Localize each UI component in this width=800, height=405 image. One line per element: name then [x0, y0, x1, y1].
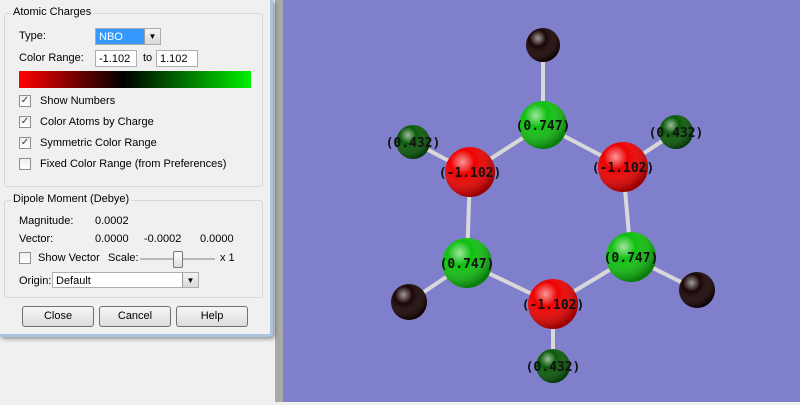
atom-shading	[526, 28, 560, 62]
scale-slider[interactable]	[140, 251, 215, 268]
checkbox[interactable]	[19, 158, 31, 170]
show-vector-label: Show Vector	[38, 252, 100, 264]
vector-z: 0.0000	[200, 233, 234, 245]
group-title: Dipole Moment (Debye)	[11, 193, 132, 205]
vector-y: -0.0002	[144, 233, 182, 245]
atomic-charges-group: Atomic Charges Type: NBO ▼ Color Range: …	[4, 6, 263, 187]
color-range-label: Color Range:	[19, 52, 84, 64]
origin-select[interactable]: Default ▼	[52, 272, 199, 288]
atom-N[interactable]: (-1.102)	[439, 147, 502, 197]
atom-C[interactable]: (0.747)	[604, 232, 659, 282]
atom-N[interactable]: (-1.102)	[522, 279, 585, 329]
scale-slider-thumb[interactable]	[172, 251, 183, 268]
origin-label: Origin:	[19, 275, 52, 287]
vector-x: 0.0000	[95, 233, 129, 245]
chevron-down-icon[interactable]: ▼	[144, 29, 160, 44]
type-select[interactable]: NBO ▼	[95, 28, 161, 45]
checkbox-label: Symmetric Color Range	[40, 137, 157, 149]
scale-label: Scale:	[108, 252, 139, 264]
atom-H[interactable]: (0.432)	[526, 349, 581, 383]
atom-shading	[679, 272, 715, 308]
atom-N[interactable]: (-1.102)	[592, 142, 655, 192]
atom-shading	[391, 284, 427, 320]
atom-charge-label: (0.432)	[649, 126, 704, 141]
magnitude-label: Magnitude:	[19, 215, 74, 227]
origin-value: Default	[56, 275, 91, 287]
type-value: NBO	[99, 31, 123, 43]
atom-charge-label: (0.432)	[386, 136, 441, 151]
show-vector-checkbox[interactable]	[19, 252, 31, 264]
atom-H[interactable]: ( )	[679, 272, 715, 308]
type-label: Type:	[19, 30, 46, 42]
atomic-charges-dialog: Atomic Charges Type: NBO ▼ Color Range: …	[0, 0, 273, 337]
atom-H[interactable]: ( )	[526, 28, 560, 62]
molecule-view[interactable]: ( ) (0.747) (-1.102) (-1.102) (0.432) (0.432)…	[283, 0, 800, 402]
to-label: to	[143, 52, 153, 64]
atom-C[interactable]: (0.747)	[440, 238, 495, 288]
checkbox[interactable]: ✓	[19, 95, 31, 107]
vector-label: Vector:	[19, 233, 54, 245]
atom-C[interactable]: (0.747)	[516, 101, 571, 149]
window-edge	[275, 0, 283, 402]
atom-H[interactable]: ( )	[391, 284, 427, 320]
checkbox-label: Color Atoms by Charge	[40, 116, 154, 128]
scale-value: x 1	[220, 252, 235, 264]
atom-charge-label: (0.747)	[604, 251, 659, 266]
range-max-input[interactable]: 1.102	[156, 50, 198, 67]
close-button[interactable]: Close	[22, 306, 94, 327]
molecule-viewport[interactable]: ( ) (0.747) (-1.102) (-1.102) (0.432) (0.432)…	[283, 0, 800, 402]
cancel-button[interactable]: Cancel	[99, 306, 171, 327]
magnitude-value: 0.0002	[95, 215, 129, 227]
atom-charge-label: (0.747)	[516, 119, 571, 134]
chevron-down-icon[interactable]: ▼	[182, 273, 198, 287]
atom-charge-label: (0.747)	[440, 257, 495, 272]
help-button[interactable]: Help	[176, 306, 248, 327]
checkbox[interactable]: ✓	[19, 137, 31, 149]
atom-charge-label: (0.432)	[526, 360, 581, 375]
atom-charge-label: (-1.102)	[592, 161, 655, 176]
dipole-moment-group: Dipole Moment (Debye) Magnitude: 0.0002 …	[4, 193, 263, 298]
range-min-input[interactable]: -1.102	[95, 50, 137, 67]
checkbox-label: Fixed Color Range (from Preferences)	[40, 158, 227, 170]
atom-charge-label: (-1.102)	[522, 298, 585, 313]
checkbox-label: Show Numbers	[40, 95, 116, 107]
color-range-bar	[19, 71, 251, 88]
checkbox[interactable]: ✓	[19, 116, 31, 128]
group-title: Atomic Charges	[11, 6, 94, 18]
atom-charge-label: (-1.102)	[439, 166, 502, 181]
